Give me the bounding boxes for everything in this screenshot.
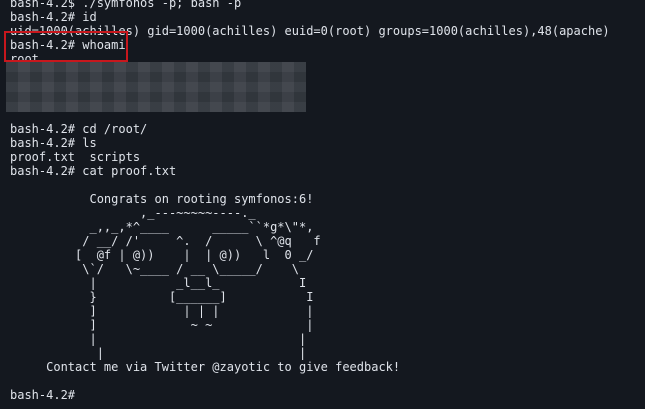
terminal-line: bash-4.2# cat proof.txt	[10, 164, 177, 178]
ascii-art-line: _,,_,*^____ _____``*g*\"*,	[10, 220, 314, 234]
ascii-art-line: \`/ \~____ / __ \_____/ \	[10, 262, 299, 276]
ascii-art-line: | |	[10, 332, 307, 346]
ascii-art-line: } [______] I	[10, 290, 314, 304]
ascii-art-line: ] ~ ~ |	[10, 318, 314, 332]
redacted-output-region	[6, 62, 306, 112]
proof-banner-contact: Contact me via Twitter @zayotic to give …	[10, 360, 401, 374]
terminal-line: bash-4.2# cd /root/	[10, 122, 148, 136]
ascii-art-line: [ @f | @)) | | @)) l 0 _/	[10, 248, 314, 262]
whoami-highlight-box	[4, 31, 128, 62]
ascii-art-line: | _l__l_ I	[10, 276, 307, 290]
ascii-art-line: ] | | | |	[10, 304, 314, 318]
terminal-line: proof.txt scripts	[10, 150, 141, 164]
proof-banner-title: Congrats on rooting symfonos:6!	[10, 192, 314, 206]
terminal-line: bash-4.2# id	[10, 10, 97, 24]
ascii-art-line: / __/ /' ^. / \ ^@q f	[10, 234, 321, 248]
terminal-window[interactable]: bash-4.2$ ./symfonos -p; bash -p bash-4.…	[0, 0, 645, 409]
ascii-art-line: ,_---~~~~~----._	[10, 206, 256, 220]
terminal-line: bash-4.2# ls	[10, 136, 97, 150]
terminal-line: bash-4.2$ ./symfonos -p; bash -p	[10, 0, 242, 10]
terminal-prompt[interactable]: bash-4.2#	[10, 388, 610, 402]
ascii-art-line: | |	[10, 346, 307, 360]
